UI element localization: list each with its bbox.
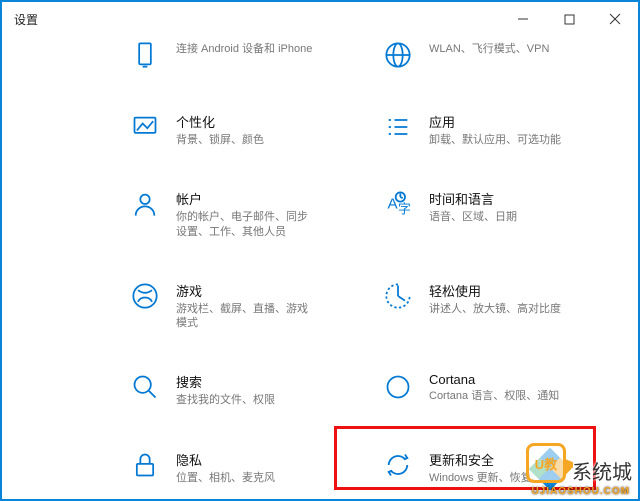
update-sync-icon bbox=[383, 450, 413, 480]
tile-time-language[interactable]: A字 时间和语言 语音、区域、日期 bbox=[375, 185, 628, 243]
apps-list-icon bbox=[383, 112, 413, 142]
tile-cortana[interactable]: Cortana Cortana 语言、权限、通知 bbox=[375, 368, 628, 411]
watermark-sub: UJIAOSHOU.COM bbox=[531, 486, 630, 497]
tile-subtitle: 你的帐户、电子邮件、同步设置、工作、其他人员 bbox=[176, 210, 316, 239]
watermark-text: 系统城 bbox=[572, 456, 632, 485]
tile-title: Cortana bbox=[429, 372, 559, 387]
tile-gaming[interactable]: 游戏 游戏栏、截屏、直播、游戏模式 bbox=[122, 277, 375, 335]
tile-title: 帐户 bbox=[176, 189, 316, 208]
search-icon bbox=[130, 372, 160, 402]
tile-search[interactable]: 搜索 查找我的文件、权限 bbox=[122, 368, 375, 411]
tile-subtitle: WLAN、飞行模式、VPN bbox=[429, 42, 549, 56]
tile-apps[interactable]: 应用 卸载、默认应用、可选功能 bbox=[375, 108, 628, 151]
tile-privacy[interactable]: 隐私 位置、相机、麦克风 bbox=[122, 446, 375, 489]
tile-title: 隐私 bbox=[176, 450, 275, 469]
window-title: 设置 bbox=[14, 11, 38, 28]
tile-subtitle: Cortana 语言、权限、通知 bbox=[429, 389, 559, 403]
language-icon: A字 bbox=[383, 189, 413, 219]
accessibility-icon bbox=[383, 281, 413, 311]
cortana-icon bbox=[383, 372, 413, 402]
person-icon bbox=[130, 189, 160, 219]
tile-network[interactable]: WLAN、飞行模式、VPN bbox=[375, 36, 628, 74]
phone-icon bbox=[130, 40, 160, 70]
tile-subtitle: 语音、区域、日期 bbox=[429, 210, 517, 224]
tile-subtitle: 连接 Android 设备和 iPhone bbox=[176, 42, 312, 56]
minimize-button[interactable] bbox=[500, 2, 546, 36]
svg-text:字: 字 bbox=[398, 202, 411, 217]
tile-subtitle: 背景、锁屏、颜色 bbox=[176, 133, 264, 147]
tile-title: 游戏 bbox=[176, 281, 316, 300]
xbox-icon bbox=[130, 281, 160, 311]
paint-icon bbox=[130, 112, 160, 142]
tile-subtitle: 查找我的文件、权限 bbox=[176, 393, 275, 407]
tile-subtitle: 讲述人、放大镜、高对比度 bbox=[429, 302, 561, 316]
close-button[interactable] bbox=[592, 2, 638, 36]
tile-subtitle: 游戏栏、截屏、直播、游戏模式 bbox=[176, 302, 316, 331]
tile-accounts[interactable]: 帐户 你的帐户、电子邮件、同步设置、工作、其他人员 bbox=[122, 185, 375, 243]
maximize-button[interactable] bbox=[546, 2, 592, 36]
tile-subtitle: 卸载、默认应用、可选功能 bbox=[429, 133, 561, 147]
globe-icon bbox=[383, 40, 413, 70]
tile-title: 应用 bbox=[429, 112, 561, 131]
tile-title: 搜索 bbox=[176, 372, 275, 391]
tile-personalization[interactable]: 个性化 背景、锁屏、颜色 bbox=[122, 108, 375, 151]
svg-text:A: A bbox=[388, 196, 399, 213]
watermark-u-logo: U教 bbox=[526, 443, 566, 483]
tile-title: 时间和语言 bbox=[429, 189, 517, 208]
tile-title: 轻松使用 bbox=[429, 281, 561, 300]
window-controls bbox=[500, 2, 638, 36]
tile-subtitle: 位置、相机、麦克风 bbox=[176, 471, 275, 485]
lock-icon bbox=[130, 450, 160, 480]
tile-phone[interactable]: 连接 Android 设备和 iPhone bbox=[122, 36, 375, 74]
tile-ease-of-access[interactable]: 轻松使用 讲述人、放大镜、高对比度 bbox=[375, 277, 628, 335]
tile-title: 个性化 bbox=[176, 112, 264, 131]
